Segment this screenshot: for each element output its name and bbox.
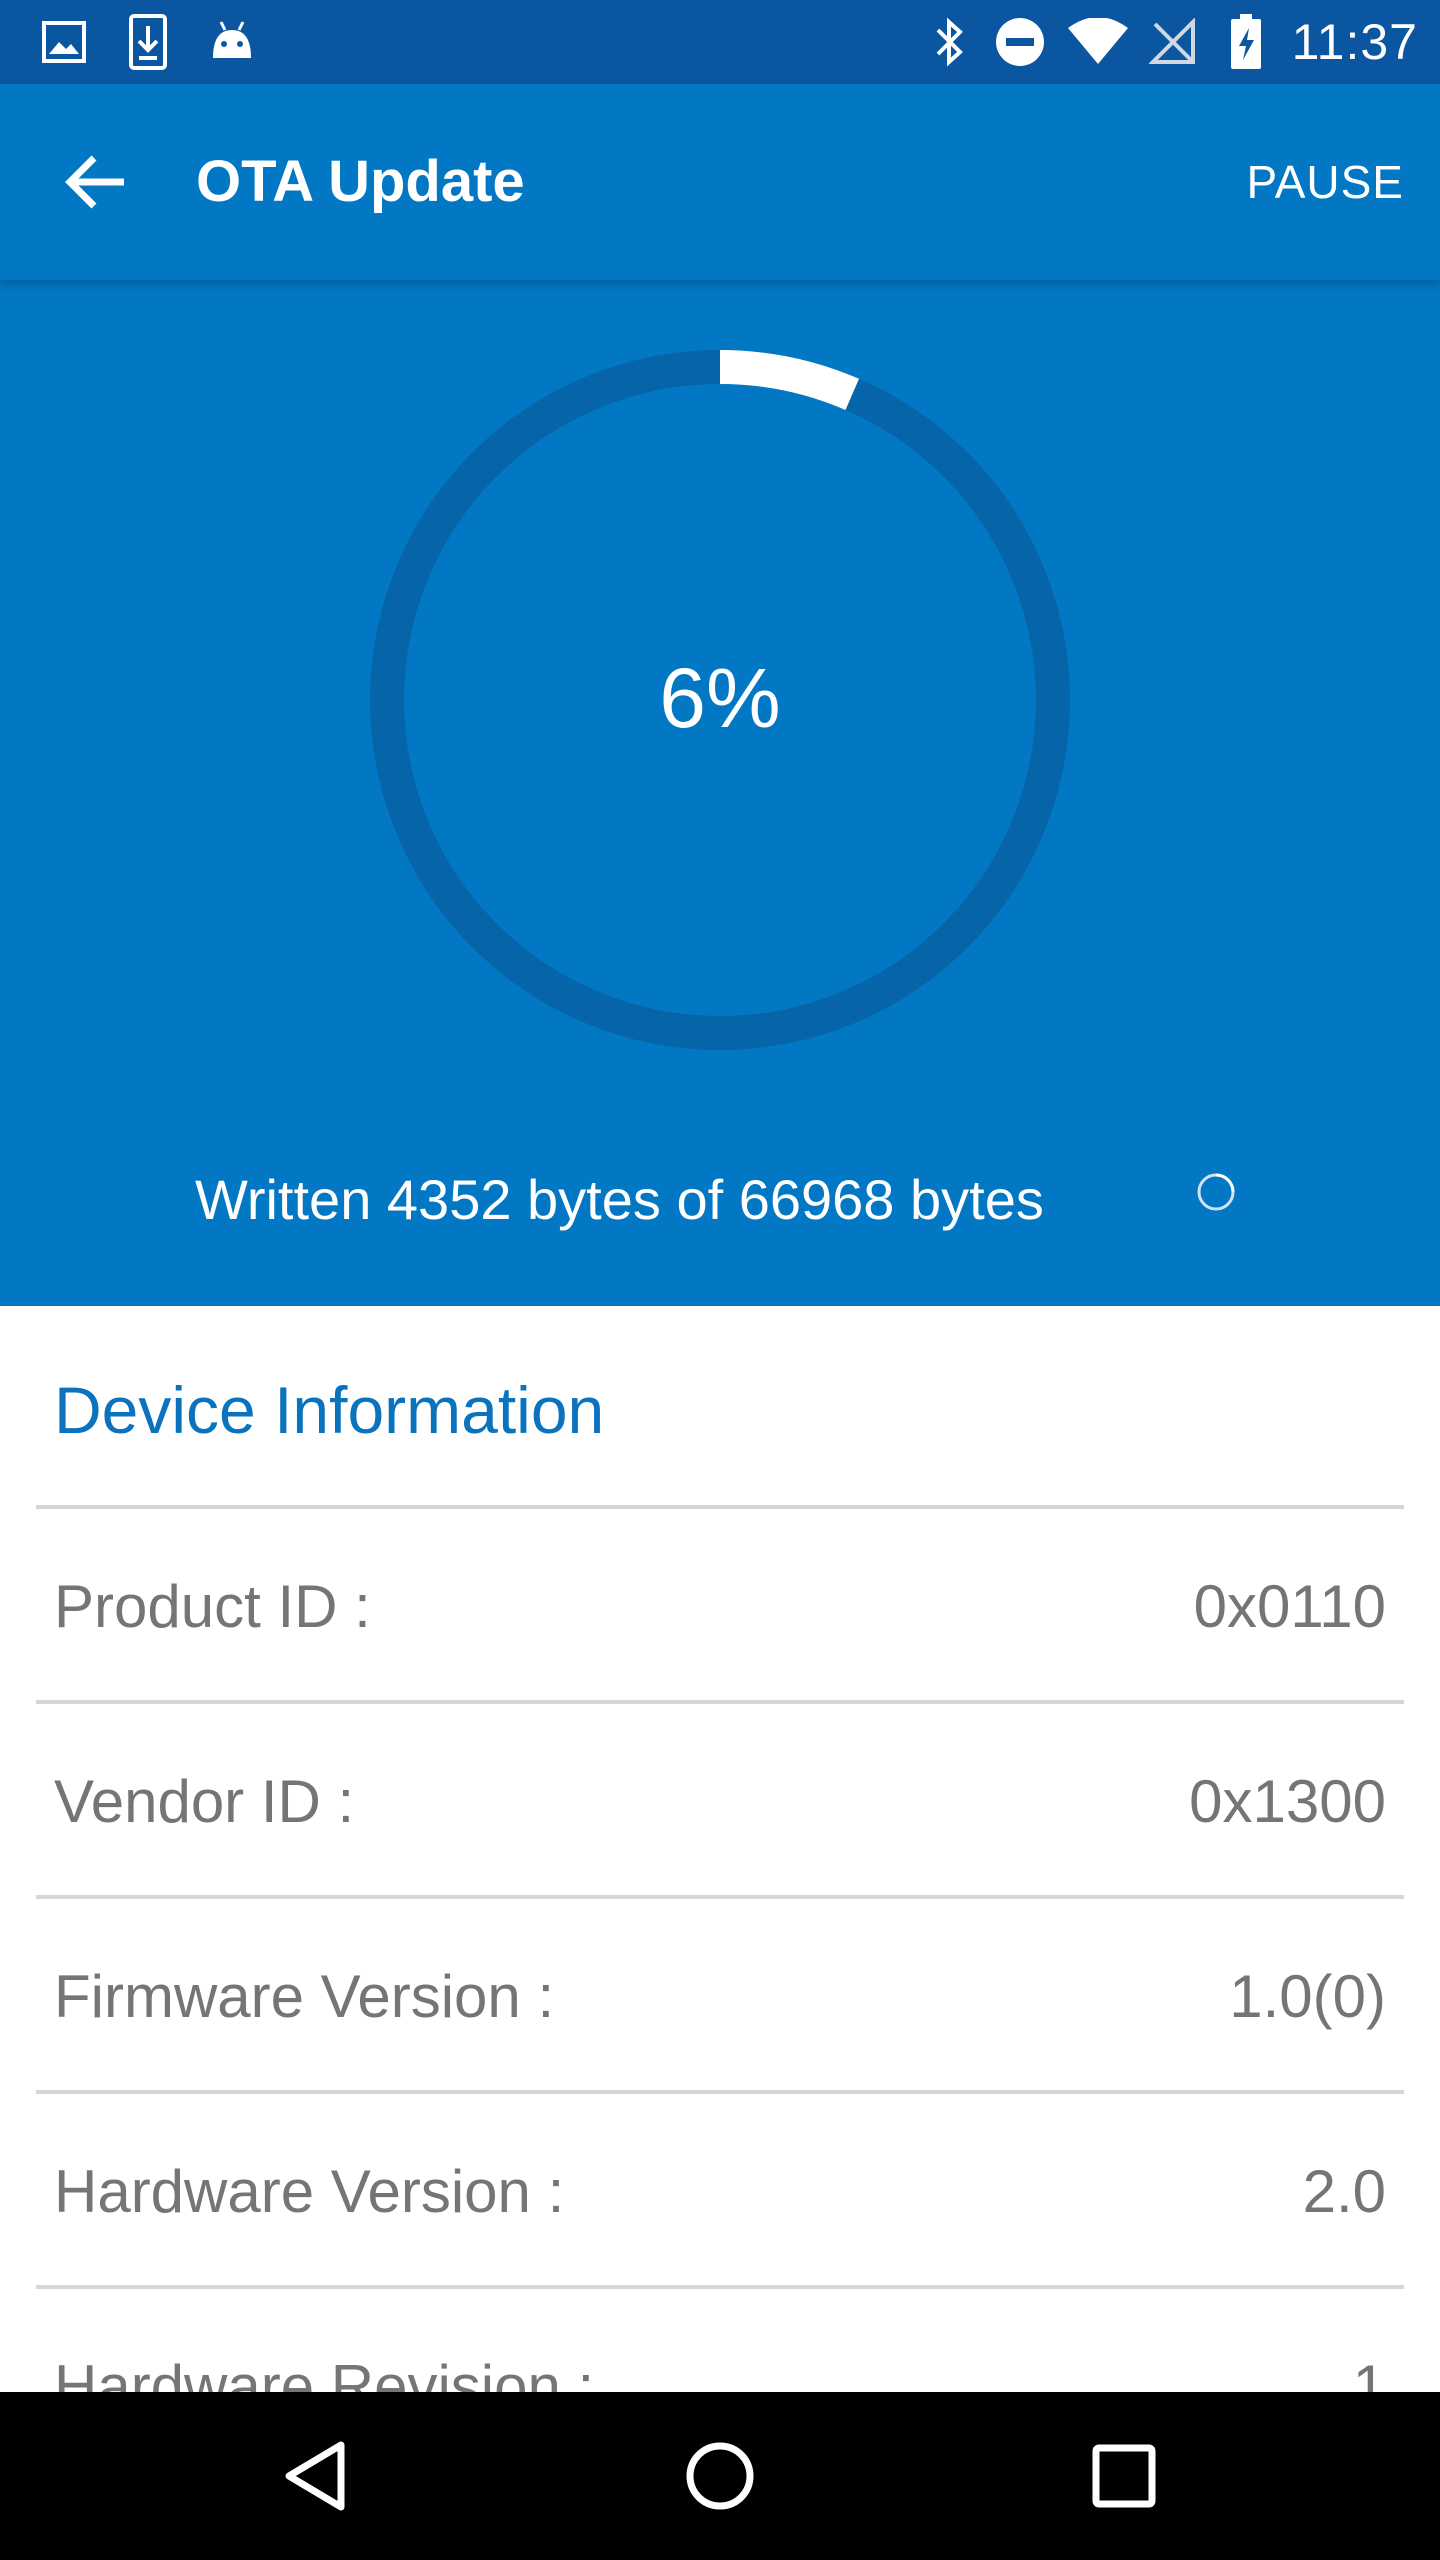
progress-percent: 6% — [659, 651, 781, 745]
battery-charging-icon — [1226, 14, 1266, 70]
recents-nav-icon — [1092, 2444, 1156, 2508]
info-value: 0x0110 — [1193, 1572, 1386, 1640]
pause-button[interactable]: PAUSE — [1246, 84, 1404, 280]
divider — [36, 1700, 1404, 1704]
divider — [36, 2285, 1404, 2289]
device-information-heading: Device Information — [54, 1373, 605, 1447]
nav-home-button[interactable] — [670, 2426, 770, 2526]
arrow-back-icon — [65, 155, 124, 209]
info-row-vendor-id: Vendor ID : 0x1300 — [54, 1706, 1386, 1896]
progress-ring-arc — [719, 350, 859, 411]
info-row-firmware-version: Firmware Version : 1.0(0) — [54, 1901, 1386, 2091]
info-label: Vendor ID : — [54, 1767, 355, 1835]
android-icon — [206, 14, 258, 70]
info-value: 2.0 — [1302, 2157, 1386, 2225]
info-label: Firmware Version : — [54, 1962, 555, 2030]
status-time: 11:37 — [1291, 14, 1418, 70]
info-label: Hardware Version : — [54, 2157, 565, 2225]
info-value: 1.0(0) — [1229, 1962, 1386, 2030]
progress-panel: 6% Written 4352 bytes of 66968 bytes — [0, 280, 1440, 1306]
image-icon — [38, 14, 90, 70]
wifi-icon — [1066, 14, 1130, 70]
loading-spinner-icon — [1197, 1173, 1235, 1211]
divider — [36, 2090, 1404, 2094]
divider — [36, 1895, 1404, 1899]
bluetooth-icon — [930, 14, 970, 70]
nav-back-button[interactable] — [266, 2426, 366, 2526]
divider — [36, 1505, 1404, 1509]
navigation-bar — [0, 2392, 1440, 2560]
home-nav-icon — [686, 2442, 754, 2510]
do-not-disturb-icon — [992, 14, 1048, 70]
info-label: Product ID : — [54, 1572, 371, 1640]
nav-recents-button[interactable] — [1074, 2426, 1174, 2526]
no-signal-icon — [1148, 14, 1198, 70]
back-nav-icon — [285, 2441, 345, 2511]
info-value: 0x1300 — [1189, 1767, 1386, 1835]
app-bar: OTA Update PAUSE — [0, 84, 1440, 280]
download-icon — [122, 14, 174, 70]
page-title: OTA Update — [196, 149, 525, 214]
back-button[interactable] — [48, 134, 144, 230]
info-row-product-id: Product ID : 0x0110 — [54, 1511, 1386, 1701]
written-bytes-text: Written 4352 bytes of 66968 bytes — [195, 1168, 1044, 1231]
info-row-hardware-version: Hardware Version : 2.0 — [54, 2096, 1386, 2286]
status-bar: 11:37 — [0, 0, 1440, 84]
